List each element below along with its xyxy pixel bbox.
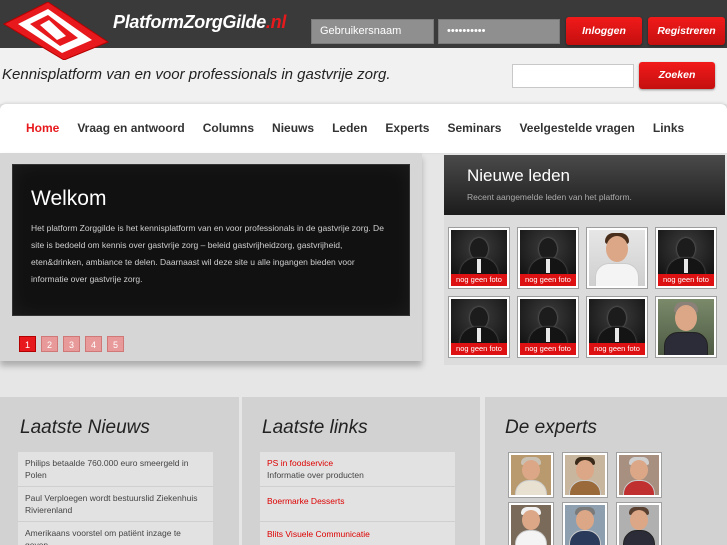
news-item[interactable]: Paul Verploegen wordt bestuurslid Zieken… bbox=[18, 487, 213, 522]
no-photo-label: nog geen foto bbox=[520, 274, 576, 286]
expert-photo bbox=[511, 455, 551, 495]
expert-avatar[interactable] bbox=[616, 452, 662, 498]
news-list: Philips betaalde 760.000 euro smeergeld … bbox=[18, 452, 213, 545]
pager-page-3[interactable]: 3 bbox=[63, 336, 80, 352]
nav-item-home[interactable]: Home bbox=[26, 121, 59, 135]
expert-photo bbox=[565, 455, 605, 495]
experts-title: De experts bbox=[505, 417, 597, 438]
expert-avatar[interactable] bbox=[508, 502, 554, 545]
no-photo-label: nog geen foto bbox=[520, 343, 576, 355]
experts-column: De experts bbox=[485, 397, 727, 545]
nav-item-columns[interactable]: Columns bbox=[203, 121, 254, 135]
member-avatar[interactable]: nog geen foto bbox=[586, 296, 648, 358]
search-button[interactable]: Zoeken bbox=[639, 62, 715, 89]
member-photo bbox=[658, 299, 714, 355]
nav-item-nieuws[interactable]: Nieuws bbox=[272, 121, 314, 135]
password-field[interactable]: •••••••••• bbox=[438, 19, 560, 44]
default-avatar-icon: nog geen foto bbox=[451, 230, 507, 286]
pager-page-4[interactable]: 4 bbox=[85, 336, 102, 352]
latest-links-column: Laatste links PS in foodservice Informat… bbox=[242, 397, 480, 545]
member-avatar[interactable]: nog geen foto bbox=[448, 296, 510, 358]
pager-page-1[interactable]: 1 bbox=[19, 336, 36, 352]
no-photo-label: nog geen foto bbox=[658, 274, 714, 286]
nav-item-seminars[interactable]: Seminars bbox=[447, 121, 501, 135]
logo-tld: .nl bbox=[265, 12, 287, 32]
nav-item-leden[interactable]: Leden bbox=[332, 121, 367, 135]
welcome-slider: Welkom Het platform Zorggilde is het ken… bbox=[0, 153, 422, 361]
default-avatar-icon: nog geen foto bbox=[520, 299, 576, 355]
nav-item-links[interactable]: Links bbox=[653, 121, 684, 135]
main-nav: Home Vraag en antwoord Columns Nieuws Le… bbox=[0, 104, 727, 153]
nav-item-faq[interactable]: Veelgestelde vragen bbox=[519, 121, 634, 135]
member-avatar[interactable]: nog geen foto bbox=[448, 227, 510, 289]
news-item[interactable]: Amerikaans voorstel om patiënt inzage te… bbox=[18, 522, 213, 545]
nav-item-experts[interactable]: Experts bbox=[385, 121, 429, 135]
default-avatar-icon: nog geen foto bbox=[451, 299, 507, 355]
login-button[interactable]: Inloggen bbox=[566, 17, 642, 45]
pager-page-5[interactable]: 5 bbox=[107, 336, 124, 352]
slide-title: Welkom bbox=[31, 187, 107, 210]
link-title[interactable]: Blits Visuele Communicatie bbox=[267, 528, 448, 540]
member-avatar[interactable]: nog geen foto bbox=[517, 227, 579, 289]
latest-news-title: Laatste Nieuws bbox=[20, 417, 150, 438]
register-button[interactable]: Registreren bbox=[648, 17, 725, 45]
latest-links-title: Laatste links bbox=[262, 417, 368, 438]
member-avatar[interactable]: nog geen foto bbox=[517, 296, 579, 358]
expert-photo bbox=[619, 455, 659, 495]
no-photo-label: nog geen foto bbox=[451, 274, 507, 286]
slide-text: Het platform Zorggilde is het kennisplat… bbox=[31, 223, 384, 284]
new-members-header: Nieuwe leden Recent aangemelde leden van… bbox=[444, 155, 725, 215]
member-photo bbox=[589, 230, 645, 286]
expert-photo bbox=[565, 505, 605, 545]
latest-news-column: Laatste Nieuws Philips betaalde 760.000 … bbox=[0, 397, 239, 545]
tagline: Kennisplatform van en voor professionals… bbox=[2, 66, 391, 83]
news-item[interactable]: Philips betaalde 760.000 euro smeergeld … bbox=[18, 452, 213, 487]
logo-text[interactable]: PlatformZorgGilde.nl bbox=[113, 12, 286, 33]
links-list: PS in foodservice Informatie over produc… bbox=[260, 452, 455, 545]
expert-avatar[interactable] bbox=[562, 452, 608, 498]
expert-avatar[interactable] bbox=[562, 502, 608, 545]
link-item[interactable]: Blits Visuele Communicatie bbox=[260, 522, 455, 545]
new-members-grid: nog geen foto nog geen foto nog geen fot… bbox=[444, 215, 727, 365]
expert-avatar[interactable] bbox=[508, 452, 554, 498]
slider-pager: 1 2 3 4 5 bbox=[19, 336, 129, 352]
link-item[interactable]: PS in foodservice Informatie over produc… bbox=[260, 452, 455, 487]
expert-photo bbox=[619, 505, 659, 545]
link-title[interactable]: Boermarke Desserts bbox=[267, 495, 448, 507]
default-avatar-icon: nog geen foto bbox=[589, 299, 645, 355]
nav-item-vraag-en-antwoord[interactable]: Vraag en antwoord bbox=[77, 121, 184, 135]
new-members-title: Nieuwe leden bbox=[467, 166, 571, 185]
default-avatar-icon: nog geen foto bbox=[520, 230, 576, 286]
logo-icon[interactable] bbox=[2, 2, 110, 60]
default-avatar-icon: nog geen foto bbox=[658, 230, 714, 286]
member-avatar[interactable]: nog geen foto bbox=[655, 227, 717, 289]
expert-avatar[interactable] bbox=[616, 502, 662, 545]
search-input[interactable] bbox=[512, 64, 634, 88]
link-title[interactable]: PS in foodservice bbox=[267, 457, 448, 469]
slide: Welkom Het platform Zorggilde is het ken… bbox=[12, 164, 410, 316]
new-members-subtitle: Recent aangemelde leden van het platform… bbox=[467, 192, 632, 202]
expert-photo bbox=[511, 505, 551, 545]
member-avatar[interactable] bbox=[655, 296, 717, 358]
no-photo-label: nog geen foto bbox=[451, 343, 507, 355]
member-avatar[interactable] bbox=[586, 227, 648, 289]
link-item[interactable]: Boermarke Desserts bbox=[260, 487, 455, 522]
pager-page-2[interactable]: 2 bbox=[41, 336, 58, 352]
link-description: Informatie over producten bbox=[267, 470, 364, 480]
username-field[interactable]: Gebruikersnaam bbox=[311, 19, 434, 44]
no-photo-label: nog geen foto bbox=[589, 343, 645, 355]
